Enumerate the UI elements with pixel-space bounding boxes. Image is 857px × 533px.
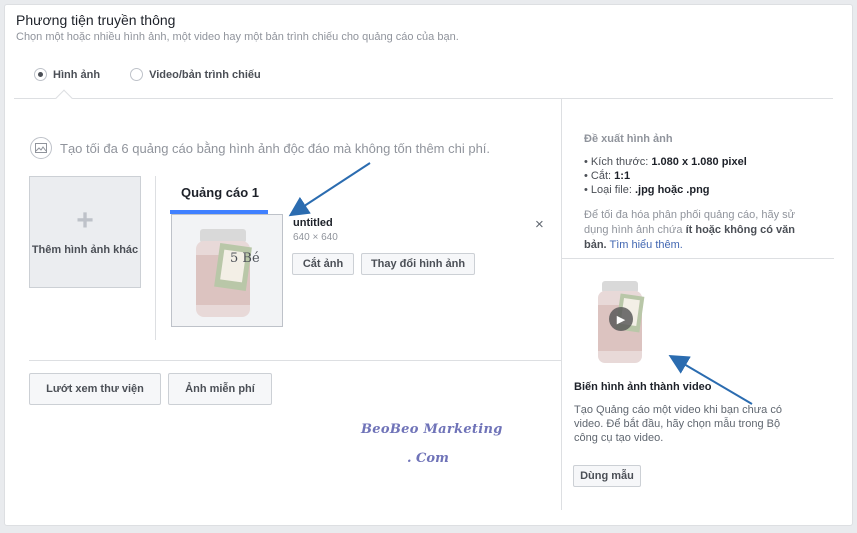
annotation-arrows xyxy=(288,162,753,405)
annotation-arrow xyxy=(668,354,753,405)
annotation-arrow xyxy=(288,162,371,217)
